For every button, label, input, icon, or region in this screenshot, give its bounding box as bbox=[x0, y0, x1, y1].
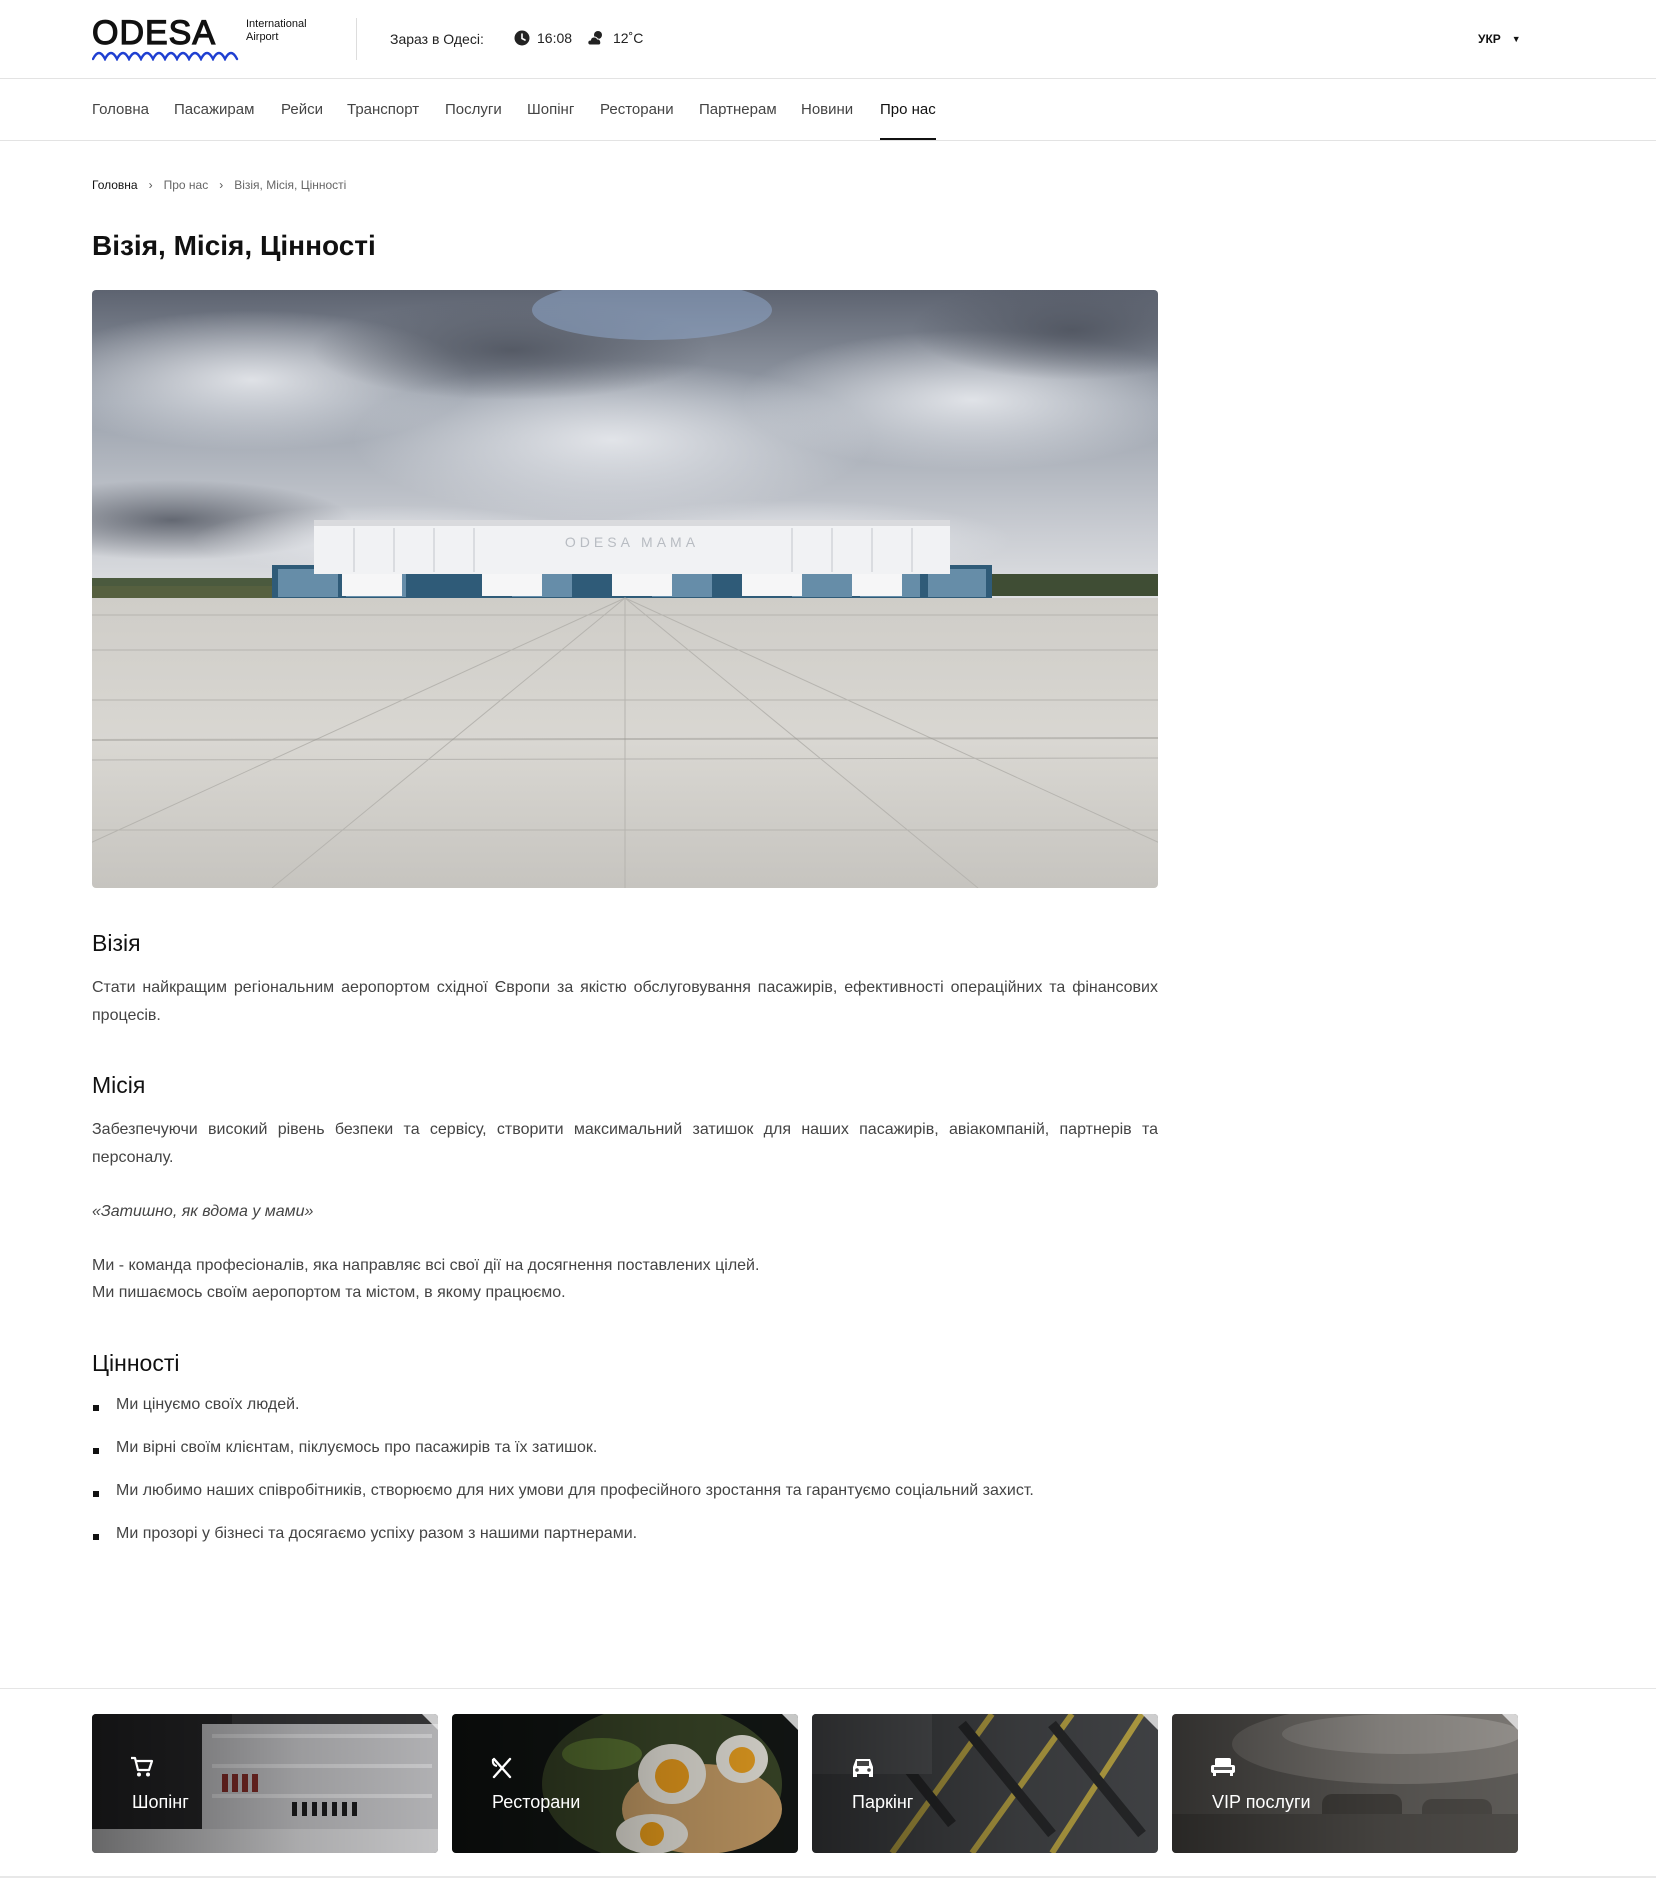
card-overlay bbox=[452, 1714, 798, 1853]
local-time: 16:08 bbox=[514, 30, 572, 46]
nav-item-shopping[interactable]: Шопінг bbox=[527, 80, 574, 140]
logo-wordmark: ODESA bbox=[91, 14, 217, 52]
nav-item-passengers[interactable]: Пасажирам bbox=[174, 80, 254, 140]
card-restaurants[interactable]: Ресторани bbox=[452, 1714, 798, 1853]
nav-item-news[interactable]: Новини bbox=[801, 80, 853, 140]
values-heading: Цінності bbox=[92, 1350, 180, 1376]
header-divider bbox=[356, 18, 357, 60]
mission-line-2: Ми пишаємось своїм аеропортом та містом,… bbox=[92, 1284, 566, 1301]
language-selector[interactable]: УКР ▼ bbox=[1478, 32, 1521, 46]
list-item: Ми прозорі у бізнесі та досягаємо успіху… bbox=[92, 1523, 1158, 1566]
card-parking[interactable]: Паркінг bbox=[812, 1714, 1158, 1853]
breadcrumb-current: Візія, Місія, Цінності bbox=[234, 178, 347, 192]
nav-item-home[interactable]: Головна bbox=[92, 80, 149, 140]
list-item: Ми вірні своїм клієнтам, піклуємось про … bbox=[92, 1437, 1158, 1480]
section-divider bbox=[0, 1688, 1656, 1689]
vision-text: Стати найкращим регіональним аеропортом … bbox=[92, 979, 1158, 1024]
caret-down-icon: ▼ bbox=[1511, 34, 1521, 44]
corner-fold bbox=[782, 1714, 798, 1730]
nav-item-flights[interactable]: Рейси bbox=[281, 80, 323, 140]
car-icon bbox=[853, 1759, 873, 1777]
card-label: Ресторани bbox=[492, 1792, 581, 1812]
cart-icon bbox=[131, 1756, 154, 1777]
page-title: Візія, Місія, Цінності bbox=[92, 230, 376, 261]
time-value: 16:08 bbox=[537, 30, 573, 46]
odesa-airport-logo[interactable]: ODESA International Airport bbox=[91, 14, 332, 62]
card-overlay bbox=[92, 1714, 438, 1853]
list-item: Ми цінуємо своїх людей. bbox=[92, 1394, 1158, 1437]
footer-divider bbox=[0, 1876, 1656, 1878]
site-header: ODESA International Airport Зараз в Одес… bbox=[0, 0, 1656, 79]
values-list: Ми цінуємо своїх людей. Ми вірні своїм к… bbox=[92, 1394, 1158, 1566]
corner-fold bbox=[422, 1714, 438, 1730]
breadcrumb-home[interactable]: Головна bbox=[92, 178, 138, 192]
card-vip-services[interactable]: VIP послуги bbox=[1172, 1714, 1518, 1853]
nav-item-transport[interactable]: Транспорт bbox=[347, 80, 419, 140]
main-navigation: Головна Пасажирам Рейси Транспорт Послуг… bbox=[0, 80, 1656, 141]
cutlery-icon bbox=[491, 1757, 512, 1779]
temperature-value: 12˚C bbox=[613, 30, 644, 46]
logo-mama-waves bbox=[92, 51, 239, 61]
card-label: VIP послуги bbox=[1212, 1792, 1311, 1812]
terminal-sign: ODESA MAMA bbox=[565, 534, 699, 550]
nav-item-about[interactable]: Про нас bbox=[880, 80, 936, 140]
card-shopping[interactable]: Шопінг bbox=[92, 1714, 438, 1853]
mission-line-1: Ми - команда професіоналів, яка направля… bbox=[92, 1257, 760, 1274]
logo-subtitle: International Airport bbox=[246, 18, 307, 43]
card-overlay bbox=[1172, 1714, 1518, 1853]
corner-fold bbox=[1502, 1714, 1518, 1730]
corner-fold bbox=[1142, 1714, 1158, 1730]
mission-heading: Місія bbox=[92, 1072, 146, 1098]
vision-heading: Візія bbox=[92, 930, 141, 956]
nav-item-restaurants[interactable]: Ресторани bbox=[600, 80, 674, 140]
breadcrumb: Головна › Про нас › Візія, Місія, Ціннос… bbox=[92, 178, 346, 192]
language-value: УКР bbox=[1478, 32, 1501, 46]
local-weather: 12˚C bbox=[586, 30, 643, 46]
chevron-right-icon: › bbox=[148, 178, 153, 192]
terminal-hero-image: ODESA MAMA bbox=[92, 290, 1158, 888]
nav-item-services[interactable]: Послуги bbox=[445, 80, 502, 140]
current-city-label: Зараз в Одесі: bbox=[390, 31, 484, 47]
mission-quote: «Затишно, як вдома у мами» bbox=[92, 1203, 314, 1220]
nav-item-partners[interactable]: Партнерам bbox=[699, 80, 777, 140]
terminal-illustration: ODESA MAMA bbox=[92, 290, 1158, 888]
card-overlay bbox=[812, 1714, 1158, 1853]
card-label: Шопінг bbox=[132, 1792, 189, 1812]
clock-icon bbox=[514, 30, 530, 46]
card-label: Паркінг bbox=[852, 1792, 914, 1812]
partly-cloudy-icon bbox=[587, 31, 602, 46]
sofa-icon bbox=[1211, 1758, 1235, 1776]
list-item: Ми любимо наших співробітників, створюєм… bbox=[92, 1480, 1158, 1523]
breadcrumb-about[interactable]: Про нас bbox=[164, 178, 209, 192]
mission-text: Забезпечуючи високий рівень безпеки та с… bbox=[92, 1121, 1158, 1166]
chevron-right-icon: › bbox=[219, 178, 224, 192]
